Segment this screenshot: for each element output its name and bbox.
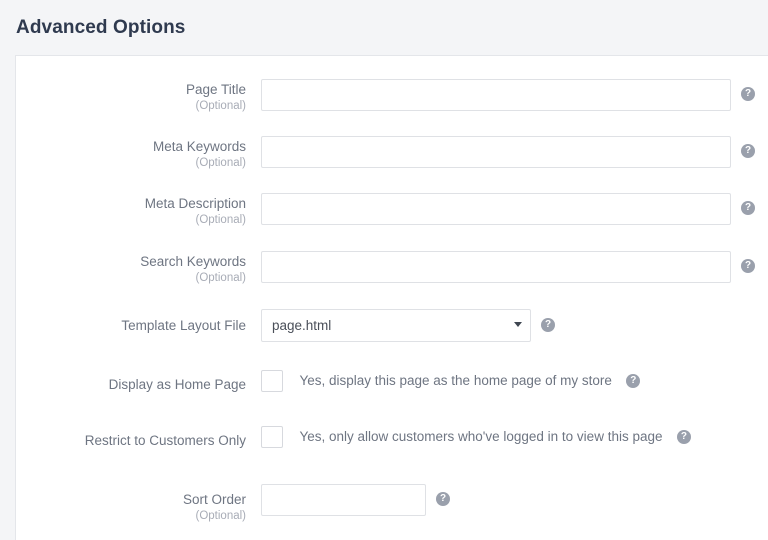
chevron-down-icon [514, 322, 522, 327]
help-icon-page-title[interactable]: ? [741, 87, 755, 101]
label-sort-order: Sort Order (Optional) [16, 491, 246, 524]
label-meta-keywords: Meta Keywords (Optional) [16, 138, 246, 171]
template-layout-file-select[interactable]: page.html [261, 309, 531, 342]
advanced-options-panel: Page Title (Optional) ? Meta Keywords (O… [15, 55, 768, 540]
label-sort-order-optional: (Optional) [195, 510, 247, 522]
label-template-layout-file-text: Template Layout File [121, 318, 246, 333]
meta-description-input[interactable] [261, 193, 731, 225]
page-title: Advanced Options [16, 17, 186, 38]
help-icon-meta-description[interactable]: ? [741, 201, 755, 215]
label-meta-keywords-text: Meta Keywords [152, 139, 246, 154]
label-search-keywords: Search Keywords (Optional) [16, 253, 246, 286]
display-as-home-page-checkbox-label[interactable]: Yes, display this page as the home page … [299, 370, 611, 392]
help-icon-search-keywords[interactable]: ? [741, 259, 755, 273]
label-display-as-home-page-text: Display as Home Page [108, 377, 246, 392]
sort-order-input[interactable] [261, 484, 426, 516]
help-icon-sort-order[interactable]: ? [436, 492, 450, 506]
meta-keywords-input[interactable] [261, 136, 731, 168]
label-page-title-optional: (Optional) [195, 100, 247, 112]
page-title-input[interactable] [261, 79, 731, 111]
label-search-keywords-optional: (Optional) [195, 272, 247, 284]
label-meta-description-text: Meta Description [144, 196, 246, 211]
help-icon-display-as-home-page[interactable]: ? [626, 374, 641, 388]
display-as-home-page-checkbox[interactable] [261, 370, 283, 392]
help-icon-meta-keywords[interactable]: ? [741, 144, 755, 158]
label-page-title-text: Page Title [185, 82, 246, 97]
help-icon-template-layout-file[interactable]: ? [541, 318, 555, 332]
template-layout-file-value: page.html [261, 309, 531, 342]
label-display-as-home-page: Display as Home Page [16, 376, 246, 393]
label-search-keywords-text: Search Keywords [140, 254, 246, 269]
label-meta-keywords-optional: (Optional) [195, 157, 247, 169]
help-icon-restrict-to-customers-only[interactable]: ? [676, 430, 691, 444]
label-sort-order-text: Sort Order [182, 492, 246, 507]
restrict-to-customers-only-checkbox[interactable] [261, 426, 283, 448]
label-meta-description-optional: (Optional) [195, 214, 247, 226]
label-template-layout-file: Template Layout File [16, 317, 246, 334]
label-page-title: Page Title (Optional) [16, 81, 246, 114]
search-keywords-input[interactable] [261, 251, 731, 283]
label-meta-description: Meta Description (Optional) [16, 195, 246, 228]
label-restrict-to-customers-only: Restrict to Customers Only [16, 432, 246, 449]
restrict-to-customers-only-checkbox-label[interactable]: Yes, only allow customers who've logged … [299, 426, 662, 448]
label-restrict-to-customers-only-text: Restrict to Customers Only [84, 433, 246, 448]
